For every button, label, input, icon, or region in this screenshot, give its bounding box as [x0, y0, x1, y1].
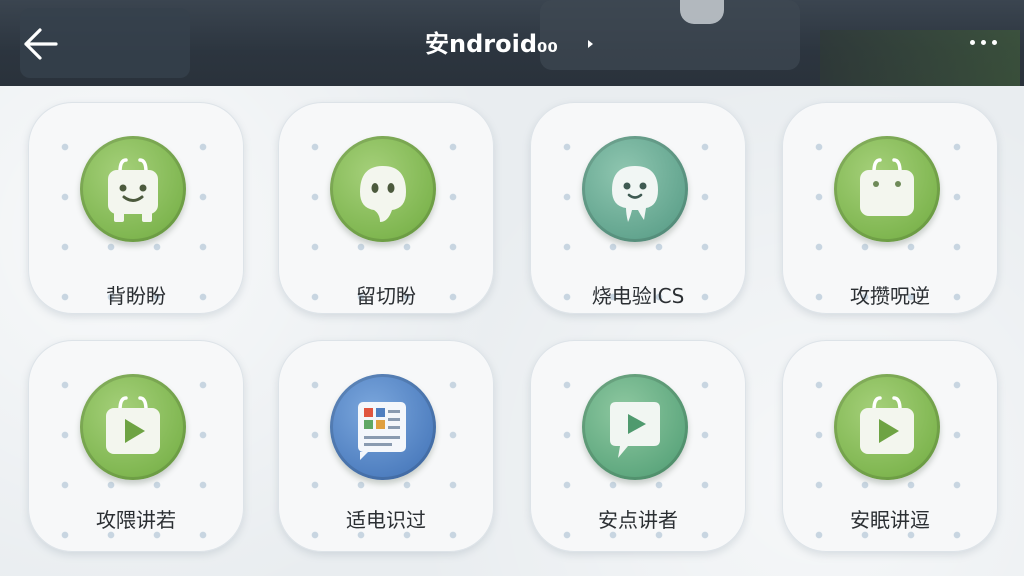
app-label: 攻攒呪逆 — [850, 284, 930, 308]
app-icon-circle — [834, 136, 940, 242]
app-grid: 背盼盼 留切盼 烧电验ICS 攻攒呪逆 攻隈讲若 适电识过 安点讲者 安眠讲逗 — [0, 86, 1024, 576]
ghost-face-icon — [612, 166, 658, 222]
background-decoration — [540, 0, 800, 70]
app-label: 安眠讲逗 — [850, 508, 930, 532]
app-label: 烧电验ICS — [591, 284, 685, 308]
caret-right-icon — [588, 40, 593, 48]
app-tile[interactable]: 适电识过 — [278, 340, 494, 552]
app-icon-circle — [582, 136, 688, 242]
app-icon-circle — [582, 374, 688, 480]
app-tile[interactable]: 攻攒呪逆 — [782, 102, 998, 314]
app-tile[interactable]: 安眠讲逗 — [782, 340, 998, 552]
app-tile[interactable]: 攻隈讲若 — [28, 340, 244, 552]
bag-face-icon — [108, 158, 158, 222]
app-icon-circle — [330, 136, 436, 242]
shopping-bag-icon — [860, 158, 914, 216]
app-icon-circle — [330, 374, 436, 480]
play-bubble-icon — [610, 402, 660, 458]
back-button[interactable] — [18, 22, 62, 66]
arrow-left-icon — [24, 28, 58, 60]
page-title: 安ndroid₀₀ — [425, 30, 559, 58]
app-bar: 安ndroid₀₀ — [0, 0, 1024, 86]
ghost-icon — [360, 166, 406, 222]
app-icon-circle — [834, 374, 940, 480]
app-label: 安点讲者 — [598, 508, 678, 532]
app-label: 背盼盼 — [106, 284, 166, 308]
more-button[interactable] — [962, 28, 1006, 56]
app-label: 留切盼 — [356, 284, 416, 308]
background-decoration — [680, 0, 724, 24]
app-tile[interactable]: 安点讲者 — [530, 340, 746, 552]
more-dots-icon — [970, 40, 975, 45]
app-icon-circle — [80, 136, 186, 242]
play-bag-icon — [860, 396, 914, 454]
app-tile[interactable]: 背盼盼 — [28, 102, 244, 314]
news-icon — [358, 402, 406, 460]
app-tile[interactable]: 烧电验ICS — [530, 102, 746, 314]
app-icon-circle — [80, 374, 186, 480]
play-bag-icon — [106, 396, 160, 454]
app-label: 攻隈讲若 — [96, 508, 176, 532]
app-label: 适电识过 — [346, 508, 426, 532]
app-tile[interactable]: 留切盼 — [278, 102, 494, 314]
